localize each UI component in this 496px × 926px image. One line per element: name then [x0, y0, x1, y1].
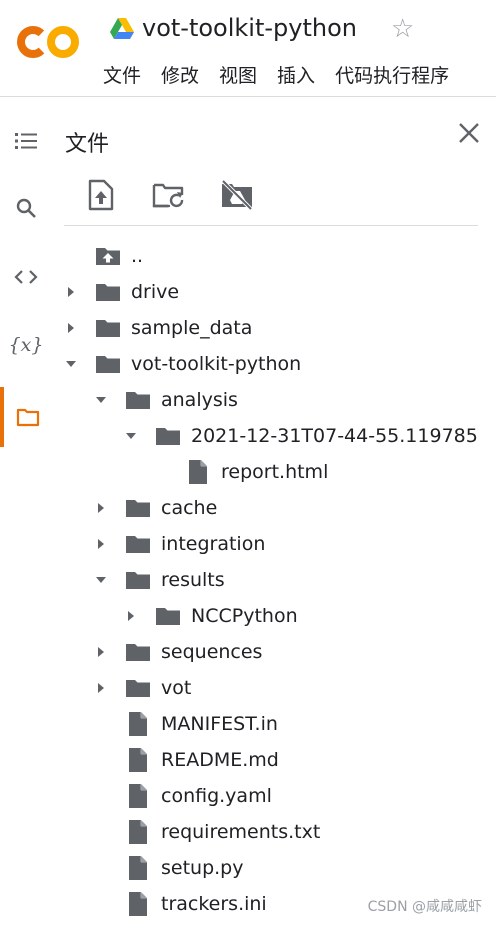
- file-icon: [125, 712, 151, 736]
- folder-row[interactable]: vot-toolkit-python: [0, 346, 496, 382]
- parent-folder-row[interactable]: ..: [0, 238, 496, 274]
- chevron-down-icon[interactable]: [92, 571, 110, 589]
- tree-item-label: README.md: [161, 749, 279, 771]
- tree-item-label: setup.py: [161, 857, 244, 879]
- tree-item-label: integration: [161, 533, 266, 555]
- tree-item-label: ..: [131, 245, 144, 267]
- notebook-title[interactable]: vot-toolkit-python: [142, 14, 357, 42]
- folder-icon: [155, 604, 181, 628]
- folder-row[interactable]: vot: [0, 670, 496, 706]
- folder-row[interactable]: drive: [0, 274, 496, 310]
- watermark: CSDN @咸咸咸虾: [367, 899, 482, 915]
- google-drive-icon: [110, 18, 134, 39]
- chevron-right-icon[interactable]: [62, 319, 80, 337]
- folder-row[interactable]: sample_data: [0, 310, 496, 346]
- folder-row[interactable]: NCCPython: [0, 598, 496, 634]
- chevron-right-icon[interactable]: [122, 607, 140, 625]
- tree-item-label: sequences: [161, 641, 263, 663]
- menu-file[interactable]: 文件: [103, 61, 141, 88]
- app-header: vot-toolkit-python ☆ 文件 修改 视图 插入 代码执行程序: [0, 0, 496, 97]
- tree-item-label: cache: [161, 497, 218, 519]
- file-icon: [125, 820, 151, 844]
- tree-item-label: requirements.txt: [161, 821, 321, 843]
- chevron-down-icon[interactable]: [92, 391, 110, 409]
- folder-icon: [125, 568, 151, 592]
- chevron-right-icon[interactable]: [62, 283, 80, 301]
- file-icon: [125, 892, 151, 916]
- file-row[interactable]: MANIFEST.in: [0, 706, 496, 742]
- file-row[interactable]: config.yaml: [0, 778, 496, 814]
- table-of-contents-icon: [15, 133, 37, 149]
- folder-icon: [125, 532, 151, 556]
- folder-icon: [125, 676, 151, 700]
- folder-icon: [95, 352, 121, 376]
- upload-button[interactable]: [78, 176, 124, 214]
- tree-item-label: MANIFEST.in: [161, 713, 278, 735]
- unmount-drive-icon: [221, 180, 253, 210]
- menu-insert[interactable]: 插入: [277, 61, 315, 88]
- close-panel-button[interactable]: [454, 118, 484, 148]
- refresh-folder-icon: [152, 183, 184, 208]
- search-button[interactable]: [0, 178, 52, 238]
- menu-runtime[interactable]: 代码执行程序: [335, 61, 449, 88]
- file-row[interactable]: report.html: [0, 454, 496, 490]
- chevron-right-icon[interactable]: [92, 643, 110, 661]
- file-row[interactable]: requirements.txt: [0, 814, 496, 850]
- tree-item-label: config.yaml: [161, 785, 272, 807]
- folder-row[interactable]: results: [0, 562, 496, 598]
- table-of-contents-button[interactable]: [0, 111, 52, 171]
- folder-icon: [125, 640, 151, 664]
- tree-item-label: report.html: [221, 461, 329, 483]
- close-icon: [459, 123, 479, 143]
- search-icon: [16, 198, 36, 218]
- file-icon: [125, 748, 151, 772]
- tree-item-label: 2021-12-31T07-44-55.119785: [191, 425, 478, 447]
- chevron-right-icon[interactable]: [92, 535, 110, 553]
- file-icon: [125, 856, 151, 880]
- upload-file-icon: [88, 179, 114, 211]
- file-row[interactable]: setup.py: [0, 850, 496, 886]
- tree-item-label: vot: [161, 677, 192, 699]
- folder-icon: [125, 496, 151, 520]
- chevron-right-icon[interactable]: [92, 679, 110, 697]
- tree-item-label: sample_data: [131, 317, 253, 339]
- colab-logo[interactable]: [16, 22, 80, 62]
- menu-view[interactable]: 视图: [219, 61, 257, 88]
- tree-item-label: NCCPython: [191, 605, 298, 627]
- file-row[interactable]: README.md: [0, 742, 496, 778]
- folder-row[interactable]: integration: [0, 526, 496, 562]
- tree-item-label: trackers.ini: [161, 893, 267, 915]
- file-icon: [125, 784, 151, 808]
- folder-row[interactable]: cache: [0, 490, 496, 526]
- folder-row[interactable]: analysis: [0, 382, 496, 418]
- parent-folder-icon: [95, 244, 121, 268]
- refresh-button[interactable]: [146, 176, 192, 214]
- menu-edit[interactable]: 修改: [161, 61, 199, 88]
- chevron-down-icon[interactable]: [122, 427, 140, 445]
- chevron-right-icon[interactable]: [92, 499, 110, 517]
- toolbar-divider: [64, 225, 478, 226]
- unmount-drive-button[interactable]: [214, 176, 260, 214]
- menu-bar: 文件 修改 视图 插入 代码执行程序: [103, 61, 449, 88]
- tree-item-label: results: [161, 569, 225, 591]
- tree-item-label: vot-toolkit-python: [131, 353, 302, 375]
- folder-icon: [95, 316, 121, 340]
- tree-item-label: analysis: [161, 389, 238, 411]
- folder-icon: [125, 388, 151, 412]
- chevron-down-icon[interactable]: [62, 355, 80, 373]
- folder-icon: [155, 424, 181, 448]
- file-icon: [185, 460, 211, 484]
- folder-icon: [95, 280, 121, 304]
- folder-row[interactable]: sequences: [0, 634, 496, 670]
- tree-item-label: drive: [131, 281, 180, 303]
- folder-row[interactable]: 2021-12-31T07-44-55.119785: [0, 418, 496, 454]
- files-panel-title: 文件: [65, 132, 110, 157]
- star-icon[interactable]: ☆: [391, 15, 414, 43]
